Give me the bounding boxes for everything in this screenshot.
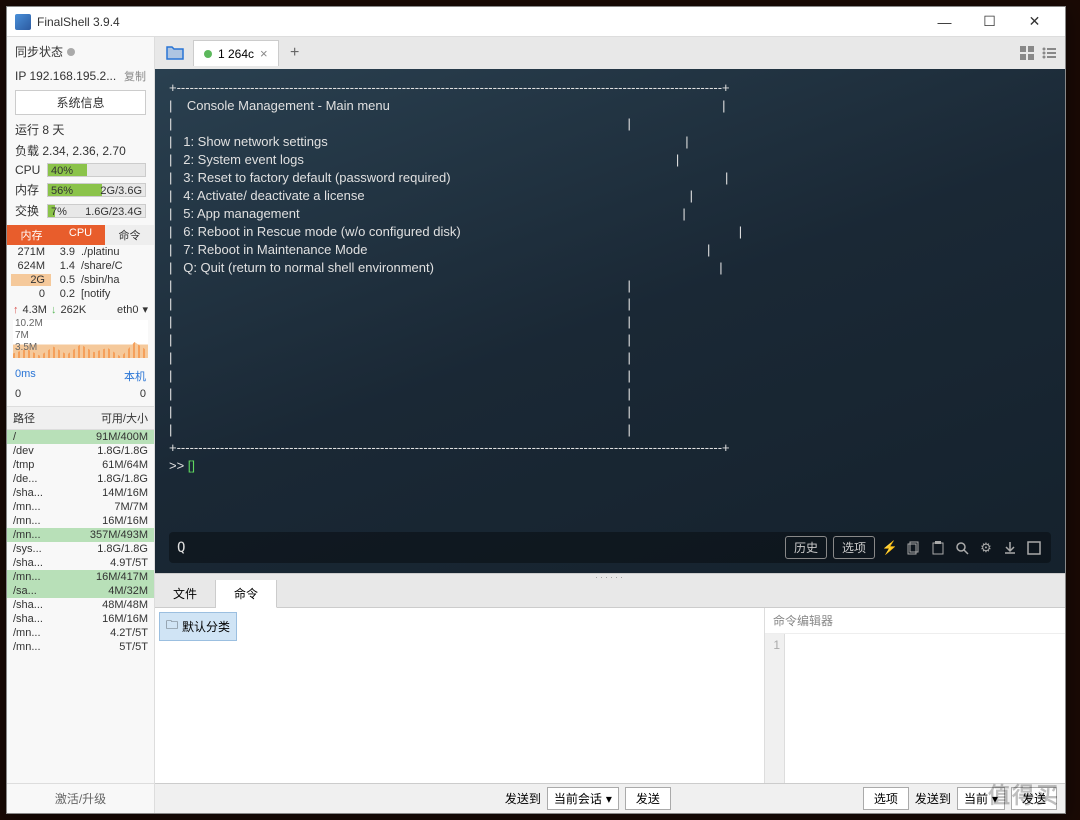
app-icon <box>15 14 31 30</box>
command-editor-title: 命令编辑器 <box>765 608 1065 634</box>
disk-row[interactable]: /mn...7M/7M <box>7 500 154 514</box>
ping-host[interactable]: 本机 <box>124 368 146 384</box>
session-select[interactable]: 当前会话 ▾ <box>547 787 619 810</box>
disk-col-avail: 可用/大小 <box>101 410 148 426</box>
footer-options-button[interactable]: 选项 <box>863 787 909 810</box>
swap-label: 交换 <box>15 202 43 219</box>
disk-row[interactable]: /mn...5T/5T <box>7 640 154 654</box>
disk-row[interactable]: /sha...4.9T/5T <box>7 556 154 570</box>
proc-tab-mem[interactable]: 内存 <box>7 225 56 245</box>
proc-tab-cpu[interactable]: CPU <box>56 225 105 245</box>
app-window: FinalShell 3.9.4 ― ☐ ✕ 同步状态 IP 192.168.1… <box>6 6 1066 814</box>
process-tabs: 内存 CPU 命令 <box>7 225 154 245</box>
load-text: 负载 2.34, 2.36, 2.70 <box>15 142 126 159</box>
list-view-button[interactable] <box>1039 43 1059 63</box>
terminal[interactable]: +---------------------------------------… <box>155 69 1065 573</box>
send-button[interactable]: 发送 <box>625 787 671 810</box>
titlebar[interactable]: FinalShell 3.9.4 ― ☐ ✕ <box>7 7 1065 37</box>
disk-row[interactable]: /mn...4.2T/5T <box>7 626 154 640</box>
sync-dot-icon <box>67 48 75 56</box>
search-icon[interactable] <box>953 539 971 557</box>
grid-view-button[interactable] <box>1017 43 1037 63</box>
cpu-bar: 40% <box>47 163 146 177</box>
disk-row[interactable]: /dev1.8G/1.8G <box>7 444 154 458</box>
command-input-row: 历史 选项 ⚡ ⚙ <box>169 532 1051 563</box>
sidebar: 同步状态 IP 192.168.195.2... 复制 系统信息 运行 8 天 … <box>7 37 155 813</box>
editor-textarea[interactable] <box>785 634 1065 783</box>
tab-command[interactable]: 命令 <box>216 580 277 608</box>
mem-label: 内存 <box>15 181 43 198</box>
send-button-2[interactable]: 发送 <box>1011 787 1057 810</box>
download-icon[interactable] <box>1001 539 1019 557</box>
activate-upgrade-button[interactable]: 激活/升级 <box>7 783 154 813</box>
session-select-2[interactable]: 当前 ▾ <box>957 787 1005 810</box>
command-tree[interactable]: 🗀 默认分类 <box>155 608 765 783</box>
options-button[interactable]: 选项 <box>833 536 875 559</box>
process-list: 271M3.9./platinu 624M1.4/share/C 2G0.5/s… <box>7 245 154 301</box>
maximize-button[interactable]: ☐ <box>967 8 1012 36</box>
bottom-panel: ······ 文件 命令 🗀 默认分类 命令编辑器 <box>155 573 1065 813</box>
copy-icon[interactable] <box>905 539 923 557</box>
default-category-item[interactable]: 🗀 默认分类 <box>159 612 237 641</box>
tab-close-button[interactable]: × <box>260 46 268 61</box>
disk-row[interactable]: /91M/400M <box>7 430 154 444</box>
disk-row[interactable]: /sys...1.8G/1.8G <box>7 542 154 556</box>
tab-strip: 1 264c × + <box>155 37 1065 69</box>
bolt-icon[interactable]: ⚡ <box>881 539 899 557</box>
ping-latency: 0ms <box>15 368 36 384</box>
add-tab-button[interactable]: + <box>283 44 307 62</box>
proc-tab-cmd[interactable]: 命令 <box>105 225 154 245</box>
cpu-label: CPU <box>15 163 43 177</box>
command-editor: 命令编辑器 1 <box>765 608 1065 783</box>
disk-col-path: 路径 <box>13 410 101 426</box>
session-tab[interactable]: 1 264c × <box>193 40 279 66</box>
ip-address: IP 192.168.195.2... <box>15 69 116 83</box>
tab-label: 1 264c <box>218 47 254 61</box>
disk-row[interactable]: /tmp61M/64M <box>7 458 154 472</box>
chevron-down-icon: ▾ <box>606 792 612 806</box>
minimize-button[interactable]: ― <box>922 8 967 36</box>
chevron-down-icon: ▾ <box>992 792 998 806</box>
editor-line-number: 1 <box>765 634 785 783</box>
sync-status: 同步状态 <box>7 37 154 66</box>
send-to-label: 发送到 <box>505 790 541 807</box>
disk-row[interactable]: /mn...357M/493M <box>7 528 154 542</box>
footer-bar: 发送到 当前会话 ▾ 发送 选项 发送到 当前 ▾ 发送 <box>155 783 1065 813</box>
swap-bar: 7% 1.6G/23.4G <box>47 204 146 218</box>
history-button[interactable]: 历史 <box>785 536 827 559</box>
fullscreen-icon[interactable] <box>1025 539 1043 557</box>
command-input[interactable] <box>177 540 777 556</box>
terminal-output: +---------------------------------------… <box>169 79 1051 524</box>
disk-row[interactable]: /sha...14M/16M <box>7 486 154 500</box>
sync-label: 同步状态 <box>15 43 63 60</box>
disk-row[interactable]: /mn...16M/16M <box>7 514 154 528</box>
main-area: 1 264c × + +----------------------------… <box>155 37 1065 813</box>
tab-file[interactable]: 文件 <box>155 580 216 607</box>
disk-row[interactable]: /sha...16M/16M <box>7 612 154 626</box>
arrow-down-icon: ↓ <box>51 304 57 316</box>
disk-row[interactable]: /sha...48M/48M <box>7 598 154 612</box>
network-stats: ↑4.3M ↓262K eth0▾ <box>7 301 154 318</box>
disk-row[interactable]: /sa...4M/32M <box>7 584 154 598</box>
net-iface-select[interactable]: eth0 <box>117 304 138 316</box>
system-info-button[interactable]: 系统信息 <box>15 90 146 115</box>
arrow-up-icon: ↑ <box>13 304 19 316</box>
uptime-text: 运行 8 天 <box>15 121 64 138</box>
disk-row[interactable]: /de...1.8G/1.8G <box>7 472 154 486</box>
app-title: FinalShell 3.9.4 <box>37 15 922 29</box>
send-to-label-2: 发送到 <box>915 790 951 807</box>
close-button[interactable]: ✕ <box>1012 8 1057 36</box>
tab-status-dot-icon <box>204 50 212 58</box>
gear-icon[interactable]: ⚙ <box>977 539 995 557</box>
folder-icon: 🗀 <box>166 616 178 637</box>
mem-bar: 56% 2G/3.6G <box>47 183 146 197</box>
disk-row[interactable]: /mn...16M/417M <box>7 570 154 584</box>
copy-ip-button[interactable]: 复制 <box>124 68 146 84</box>
disk-list[interactable]: 路径 可用/大小 /91M/400M/dev1.8G/1.8G/tmp61M/6… <box>7 406 154 783</box>
open-folder-button[interactable] <box>161 41 189 65</box>
paste-icon[interactable] <box>929 539 947 557</box>
